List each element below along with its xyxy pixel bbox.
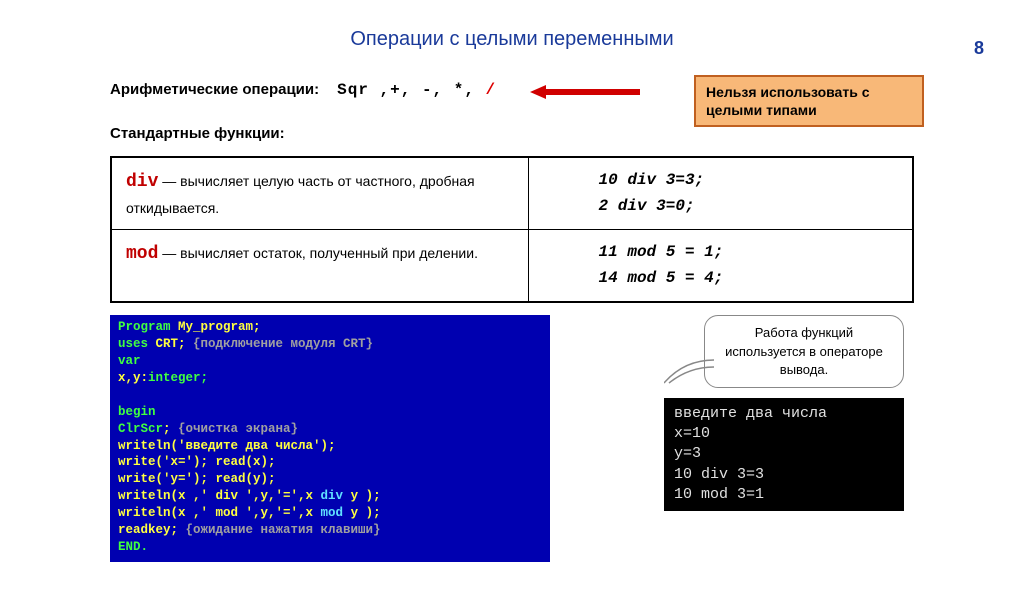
code-kw: END. bbox=[118, 540, 148, 554]
div-ex2: 2 div 3=0; bbox=[599, 194, 898, 220]
code-ident: CRT; bbox=[156, 337, 186, 351]
arithmetic-label: Арифметические операции: bbox=[110, 81, 319, 98]
code-line: readkey; bbox=[118, 523, 178, 537]
code-line: writeln('введите два числа'); bbox=[118, 439, 336, 453]
mod-description-cell: mod — вычисляет остаток, полученный при … bbox=[111, 230, 528, 303]
slash-op: / bbox=[486, 81, 497, 99]
arithmetic-row: Арифметические операции: Sqr ,+, -, *, /… bbox=[110, 81, 914, 99]
code-text: writeln(x ,' mod ',y,'=',x bbox=[118, 506, 321, 520]
console-line: y=3 bbox=[674, 444, 894, 464]
code-listing: Program My_program; uses CRT; {подключен… bbox=[110, 315, 550, 561]
code-op: div bbox=[321, 489, 344, 503]
console-line: x=10 bbox=[674, 424, 894, 444]
console-line: введите два числа bbox=[674, 404, 894, 424]
code-comment: {подключение модуля CRT} bbox=[186, 337, 374, 351]
console-line: 10 mod 3=1 bbox=[674, 485, 894, 505]
bubble-wrap: Работа функций используется в операторе … bbox=[704, 315, 904, 388]
right-column: Работа функций используется в операторе … bbox=[560, 315, 914, 511]
div-keyword: div bbox=[126, 172, 158, 192]
code-kw: begin bbox=[118, 405, 156, 419]
code-comment: {ожидание нажатия клавиши} bbox=[178, 523, 381, 537]
code-kw: Program bbox=[118, 320, 178, 334]
callout-warning: Нельзя использовать с целыми типами bbox=[694, 75, 924, 127]
mod-example-cell: 11 mod 5 = 1; 14 mod 5 = 4; bbox=[528, 230, 913, 303]
console-line: 10 div 3=3 bbox=[674, 465, 894, 485]
div-description-cell: div — вычисляет целую часть от частного,… bbox=[111, 157, 528, 230]
code-kw: ClrScr bbox=[118, 422, 163, 436]
code-ident: x,y: bbox=[118, 371, 148, 385]
page-title: Операции с целыми переменными bbox=[0, 28, 1024, 51]
table-row: div — вычисляет целую часть от частного,… bbox=[111, 157, 913, 230]
arrow-left-icon bbox=[530, 85, 640, 99]
code-line: write('y='); read(y); bbox=[118, 472, 276, 486]
console-output: введите два числа x=10 y=3 10 div 3=3 10… bbox=[664, 398, 904, 511]
code-kw: uses bbox=[118, 337, 156, 351]
functions-table: div — вычисляет целую часть от частного,… bbox=[110, 156, 914, 303]
div-desc-text: — вычисляет целую часть от частного, дро… bbox=[126, 173, 475, 216]
code-kw: var bbox=[118, 354, 141, 368]
code-text: writeln(x ,' div ',y,'=',x bbox=[118, 489, 321, 503]
std-functions-label: Стандартные функции: bbox=[110, 125, 914, 142]
bubble-tail-icon bbox=[664, 355, 714, 385]
bottom-row: Program My_program; uses CRT; {подключен… bbox=[110, 315, 914, 561]
code-text: ; bbox=[163, 422, 178, 436]
ops-text: Sqr ,+, -, *, bbox=[337, 81, 485, 99]
code-line: write('x='); read(x); bbox=[118, 455, 276, 469]
code-kw: integer; bbox=[148, 371, 208, 385]
div-example-cell: 10 div 3=3; 2 div 3=0; bbox=[528, 157, 913, 230]
mod-desc-text: — вычисляет остаток, полученный при деле… bbox=[158, 245, 478, 261]
mod-ex1: 11 mod 5 = 1; bbox=[599, 240, 898, 266]
page-number: 8 bbox=[974, 38, 984, 59]
table-row: mod — вычисляет остаток, полученный при … bbox=[111, 230, 913, 303]
code-op: mod bbox=[321, 506, 344, 520]
mod-ex2: 14 mod 5 = 4; bbox=[599, 266, 898, 292]
div-ex1: 10 div 3=3; bbox=[599, 168, 898, 194]
code-text: y ); bbox=[343, 506, 381, 520]
info-bubble: Работа функций используется в операторе … bbox=[704, 315, 904, 388]
code-comment: {очистка экрана} bbox=[178, 422, 298, 436]
mod-keyword: mod bbox=[126, 244, 158, 264]
code-text: y ); bbox=[343, 489, 381, 503]
code-ident: My_program; bbox=[178, 320, 261, 334]
content: Арифметические операции: Sqr ,+, -, *, /… bbox=[0, 81, 1024, 562]
arithmetic-ops: Sqr ,+, -, *, / bbox=[337, 81, 496, 99]
